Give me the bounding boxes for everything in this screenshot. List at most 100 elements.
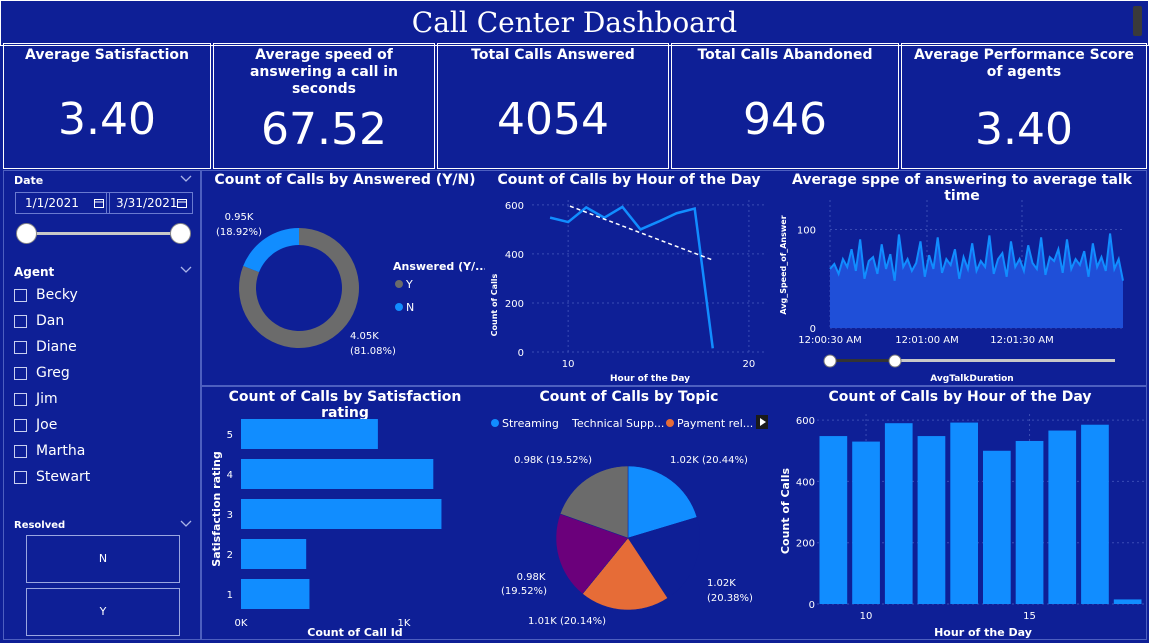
y-tick-label: 600 — [505, 201, 524, 212]
agent-item-diane[interactable]: Diane — [14, 334, 184, 360]
pie-data-label-1: 1.02K (20.44%) — [670, 455, 748, 466]
data-label-y-pct: (81.08%) — [350, 346, 396, 357]
date-range-track[interactable] — [27, 232, 181, 235]
y-axis-title: Satisfaction rating — [210, 451, 223, 566]
x-axis-title: Count of Call Id — [307, 626, 402, 639]
x-axis-title: AvgTalkDuration — [930, 374, 1013, 384]
kpi-value: 67.52 — [261, 104, 387, 155]
bar-rating-4[interactable] — [241, 459, 434, 489]
agent-label: Becky — [36, 287, 78, 303]
kpi-value: 4054 — [497, 94, 609, 145]
chevron-down-icon[interactable] — [180, 266, 192, 274]
bar-hour-18[interactable] — [1113, 599, 1142, 604]
chevron-down-icon[interactable] — [180, 520, 192, 528]
resolved-slicer: Resolved N Y — [8, 516, 196, 638]
checkbox[interactable] — [14, 444, 27, 458]
scrollbar-thumb[interactable] — [1133, 6, 1142, 36]
date-start-field[interactable]: 1/1/2021 — [15, 192, 110, 214]
y-tick-label: 2 — [227, 550, 233, 561]
x-tick-label: 10 — [562, 359, 575, 370]
checkbox[interactable] — [14, 392, 27, 406]
agent-label: Diane — [36, 339, 77, 355]
kpi-card-total-answered: Total Calls Answered 4054 — [437, 43, 669, 169]
dashboard-title: Call Center Dashboard — [0, 0, 1149, 46]
x-range-slider-fill — [830, 359, 895, 362]
bar-chart-satisfaction: 543210K 1K Satisfaction rating Count of C… — [210, 419, 442, 639]
agent-item-joe[interactable]: Joe — [14, 412, 184, 438]
x-range-slider-start-handle[interactable] — [823, 354, 837, 368]
agent-item-jim[interactable]: Jim — [14, 386, 184, 412]
checkbox[interactable] — [14, 418, 27, 432]
agent-item-greg[interactable]: Greg — [14, 360, 184, 386]
bar-hour-16[interactable] — [1048, 430, 1077, 604]
kpi-card-average-speed: Average speed of answering a call in sec… — [213, 43, 435, 169]
agent-list: Becky Dan Diane Greg Jim Joe Martha Stew… — [14, 282, 184, 490]
agent-item-stewart[interactable]: Stewart — [14, 464, 184, 490]
x-tick-label: 10 — [860, 611, 873, 622]
agent-slicer-title: Agent — [14, 265, 55, 279]
checkbox[interactable] — [14, 288, 27, 302]
line-series[interactable] — [549, 205, 715, 349]
donut-chart-answered: Answered (Y/... Y N 4.05K (81.08%) 0.95K… — [216, 212, 485, 357]
y-axis-title: Avg_Speed_of_Answer — [779, 215, 788, 314]
date-range-end-handle[interactable] — [170, 223, 191, 244]
bar-hour-17[interactable] — [1081, 424, 1109, 604]
date-start-value: 1/1/2021 — [25, 196, 79, 210]
y-tick-label: 200 — [505, 299, 524, 310]
bar-hour-10[interactable] — [852, 441, 880, 604]
calendar-icon[interactable] — [177, 198, 187, 208]
date-end-field[interactable]: 3/31/2021 — [106, 192, 193, 214]
y-tick-label: 400 — [796, 477, 815, 488]
bar-rating-1[interactable] — [241, 579, 310, 609]
date-range-start-handle[interactable] — [16, 223, 37, 244]
x-tick-label: 12:01:00 AM — [895, 335, 959, 346]
bar-hour-11[interactable] — [884, 423, 913, 604]
x-range-slider-end-handle[interactable] — [888, 354, 902, 368]
agent-item-dan[interactable]: Dan — [14, 308, 184, 334]
date-end-value: 3/31/2021 — [116, 196, 178, 210]
agent-item-becky[interactable]: Becky — [14, 282, 184, 308]
date-slicer-title: Date — [14, 174, 44, 187]
x-tick-label: 12:00:30 AM — [798, 335, 862, 346]
resolved-option-n[interactable]: N — [26, 535, 180, 583]
y-tick-label: 100 — [797, 226, 816, 237]
checkbox[interactable] — [14, 340, 27, 354]
chevron-down-icon[interactable] — [180, 175, 192, 183]
kpi-card-performance-score: Average Performance Score of agents 3.40 — [901, 43, 1147, 169]
date-slicer: Date 1/1/2021 3/31/2021 — [8, 172, 196, 258]
pie-data-label-2a: 1.02K — [707, 578, 736, 589]
y-tick-label: 0 — [518, 348, 524, 359]
calendar-icon[interactable] — [94, 198, 104, 208]
bar-rating-3[interactable] — [241, 499, 442, 529]
data-label-y-value: 4.05K — [350, 331, 379, 342]
checkbox[interactable] — [14, 314, 27, 328]
resolved-option-y[interactable]: Y — [26, 588, 180, 636]
x-tick-label: 12:01:30 AM — [990, 335, 1054, 346]
pie-data-label-4a: 0.98K — [517, 572, 546, 583]
chart-title: Count of Calls by Topic — [539, 389, 719, 405]
kpi-card-average-satisfaction: Average Satisfaction 3.40 — [3, 43, 211, 169]
legend-marker-streaming — [491, 419, 499, 427]
checkbox[interactable] — [14, 470, 27, 484]
agent-label: Dan — [36, 313, 65, 329]
x-tick-label: 0K — [235, 618, 248, 629]
bar-hour-12[interactable] — [917, 436, 946, 604]
x-tick-label: 15 — [1023, 611, 1036, 622]
bar-hour-15[interactable] — [1015, 440, 1044, 604]
bar-hour-13[interactable] — [950, 422, 978, 604]
agent-label: Martha — [36, 443, 86, 459]
resolved-slicer-title: Resolved — [14, 520, 66, 531]
bar-rating-5[interactable] — [241, 419, 378, 449]
bar-rating-2[interactable] — [241, 539, 307, 569]
bar-hour-9[interactable] — [819, 436, 848, 604]
legend-label-technical-support: Technical Supp... — [571, 417, 664, 430]
kpi-card-total-abandoned: Total Calls Abandoned 946 — [671, 43, 899, 169]
agent-item-martha[interactable]: Martha — [14, 438, 184, 464]
bar-hour-14[interactable] — [983, 450, 1011, 604]
chart-title: Count of Calls by Answered (Y/N) — [214, 172, 476, 188]
pie-data-label-4b: (19.52%) — [501, 586, 547, 597]
pie-data-label-2b: (20.38%) — [707, 593, 753, 604]
y-tick-label: 1 — [227, 590, 233, 601]
kpi-value: 3.40 — [58, 94, 156, 145]
checkbox[interactable] — [14, 366, 27, 380]
